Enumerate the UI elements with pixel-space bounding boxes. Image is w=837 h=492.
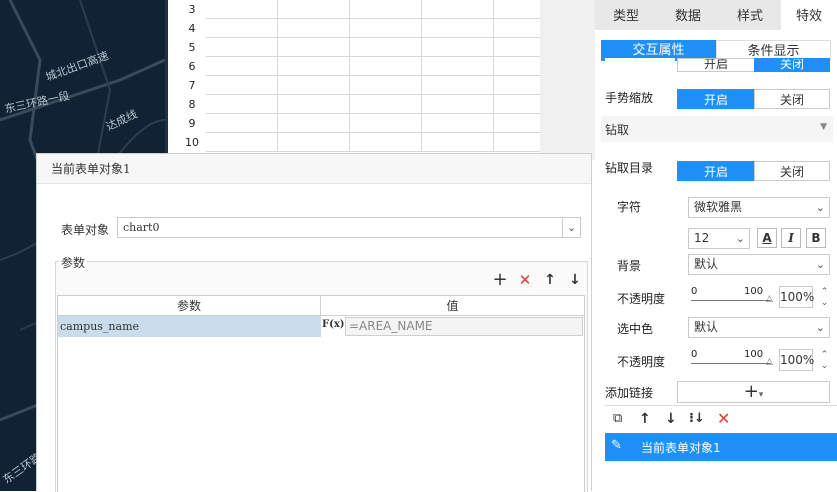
properties-panel: 类型 数据 样式 特效 交互属性 条件显示 开启 关闭 手势缩放 开启 关闭 钻… xyxy=(595,0,837,491)
row-number[interactable]: 7 xyxy=(178,76,206,95)
slider-thumb-icon[interactable]: △ xyxy=(766,294,773,304)
row-number[interactable]: 3 xyxy=(178,0,206,19)
row-number[interactable]: 10 xyxy=(178,133,206,152)
opacity-max: 100 xyxy=(744,349,764,360)
drill-section-header[interactable]: 钻取 ▼ xyxy=(601,116,833,142)
copy-icon[interactable]: ⧉ xyxy=(613,411,622,426)
move-bottom-icon[interactable]: ⁝↓ xyxy=(689,411,705,426)
params-label: 参数 xyxy=(59,254,88,271)
italic-icon: I xyxy=(788,231,794,245)
row-number[interactable]: 5 xyxy=(178,38,206,57)
drill-dir-off[interactable]: 关闭 xyxy=(754,161,830,181)
chevron-down-icon: ⌄ xyxy=(735,232,745,245)
sheet-gutter xyxy=(540,0,595,160)
opacity-input[interactable]: 100% xyxy=(779,286,814,308)
row-number[interactable]: 6 xyxy=(178,57,206,76)
move-up-icon[interactable]: ↑ xyxy=(542,272,558,288)
bold-button[interactable]: B xyxy=(806,228,826,248)
partial-row-label xyxy=(605,58,675,68)
opacity-label: 不透明度 xyxy=(617,292,666,306)
background-select[interactable]: 默认 ⌄ xyxy=(688,254,830,275)
drill-dir-on[interactable]: 开启 xyxy=(677,161,755,181)
spin-down-icon[interactable]: ⌄ xyxy=(819,361,830,371)
background-label: 背景 xyxy=(617,259,642,273)
background-value: 默认 xyxy=(694,257,719,271)
slider-thumb-icon[interactable]: △ xyxy=(766,357,773,367)
delete-icon[interactable]: ✕ xyxy=(717,409,730,428)
move-down-icon[interactable]: ↓ xyxy=(665,411,677,427)
font-color-icon: A xyxy=(762,231,772,245)
add-link-button[interactable]: +▾ xyxy=(677,381,830,403)
selected-color-label: 选中色 xyxy=(617,322,654,336)
chevron-down-icon: ⌄ xyxy=(815,258,825,271)
chevron-down-icon: ▾ xyxy=(758,390,764,400)
param-name-cell[interactable]: campus_name xyxy=(58,316,321,337)
tab-effects[interactable]: 特效 xyxy=(781,0,837,30)
delete-param-icon[interactable]: ✕ xyxy=(517,272,533,288)
move-down-icon[interactable]: ↓ xyxy=(567,272,583,288)
opacity-min: 0 xyxy=(691,349,698,360)
link-toolbar: ⧉ ↑ ↓ ⁝↓ ✕ xyxy=(605,405,837,433)
font-size-value: 12 xyxy=(694,231,710,245)
chevron-down-icon: ⌄ xyxy=(815,201,825,214)
opacity-min: 0 xyxy=(691,286,698,297)
gesture-zoom-label: 手势缩放 xyxy=(605,91,654,105)
tab-data[interactable]: 数据 xyxy=(657,0,719,30)
formula-icon[interactable]: F(x) xyxy=(322,316,345,337)
link-item-label: 当前表单对象1 xyxy=(641,441,721,455)
opacity-slider[interactable] xyxy=(691,363,771,364)
chevron-down-icon: ⌄ xyxy=(562,218,580,237)
add-param-icon[interactable]: + xyxy=(492,271,508,289)
partial-toggle-off[interactable]: 关闭 xyxy=(754,58,830,72)
bold-icon: B xyxy=(811,231,821,245)
collapse-caret-icon: ▼ xyxy=(820,122,827,132)
opacity-slider[interactable] xyxy=(691,300,771,301)
spin-up-icon[interactable]: ⌃ xyxy=(819,287,830,297)
plus-icon: + xyxy=(743,381,759,402)
font-family-value: 微软雅黑 xyxy=(694,200,743,214)
edit-icon[interactable]: ✎ xyxy=(611,438,622,453)
tab-type[interactable]: 类型 xyxy=(595,0,657,30)
form-object-dialog: 当前表单对象1 表单对象 chart0 ⌄ 参数 + ✕ ↑ ↓ 参数 值 ca… xyxy=(36,153,592,492)
chevron-down-icon: ⌄ xyxy=(815,321,825,334)
opacity-input[interactable]: 100% xyxy=(779,349,814,371)
gesture-zoom-off[interactable]: 关闭 xyxy=(754,89,830,109)
selected-color-select[interactable]: 默认 ⌄ xyxy=(688,317,830,338)
font-color-button[interactable]: A xyxy=(757,228,777,248)
font-family-select[interactable]: 微软雅黑 ⌄ xyxy=(688,197,830,218)
drill-section-title: 钻取 xyxy=(605,123,630,137)
partial-toggle-on[interactable]: 开启 xyxy=(677,58,755,72)
selected-color-value: 默认 xyxy=(694,320,719,334)
form-object-select[interactable]: chart0 ⌄ xyxy=(117,217,581,238)
font-label: 字符 xyxy=(617,200,642,214)
column-header-value: 值 xyxy=(321,296,584,316)
move-up-icon[interactable]: ↑ xyxy=(639,411,651,427)
opacity-label: 不透明度 xyxy=(617,355,666,369)
font-size-select[interactable]: 12 ⌄ xyxy=(688,228,750,249)
italic-button[interactable]: I xyxy=(781,228,801,248)
spin-up-icon[interactable]: ⌃ xyxy=(819,350,830,360)
add-link-label: 添加链接 xyxy=(605,386,654,400)
tab-style[interactable]: 样式 xyxy=(719,0,781,30)
row-number[interactable]: 4 xyxy=(178,19,206,38)
dialog-title: 当前表单对象1 xyxy=(37,154,591,184)
table-row[interactable]: campus_name F(x) =AREA_NAME xyxy=(58,316,584,337)
param-value-input[interactable]: =AREA_NAME xyxy=(345,317,583,336)
spreadsheet-grid[interactable]: 3 4 5 6 7 8 9 10 xyxy=(165,0,555,160)
gesture-zoom-on[interactable]: 开启 xyxy=(677,89,755,109)
form-object-label: 表单对象 xyxy=(61,223,110,237)
params-table: 参数 值 campus_name F(x) =AREA_NAME xyxy=(57,295,585,492)
spin-down-icon[interactable]: ⌄ xyxy=(819,298,830,308)
drill-dir-label: 钻取目录 xyxy=(605,161,654,175)
panel-tabs: 类型 数据 样式 特效 xyxy=(595,0,837,30)
form-object-value: chart0 xyxy=(123,221,160,234)
row-number[interactable]: 8 xyxy=(178,95,206,114)
link-list-item[interactable]: ✎ 当前表单对象1 xyxy=(605,433,837,461)
opacity-max: 100 xyxy=(744,286,764,297)
column-header-param: 参数 xyxy=(58,296,321,316)
row-number[interactable]: 9 xyxy=(178,114,206,133)
